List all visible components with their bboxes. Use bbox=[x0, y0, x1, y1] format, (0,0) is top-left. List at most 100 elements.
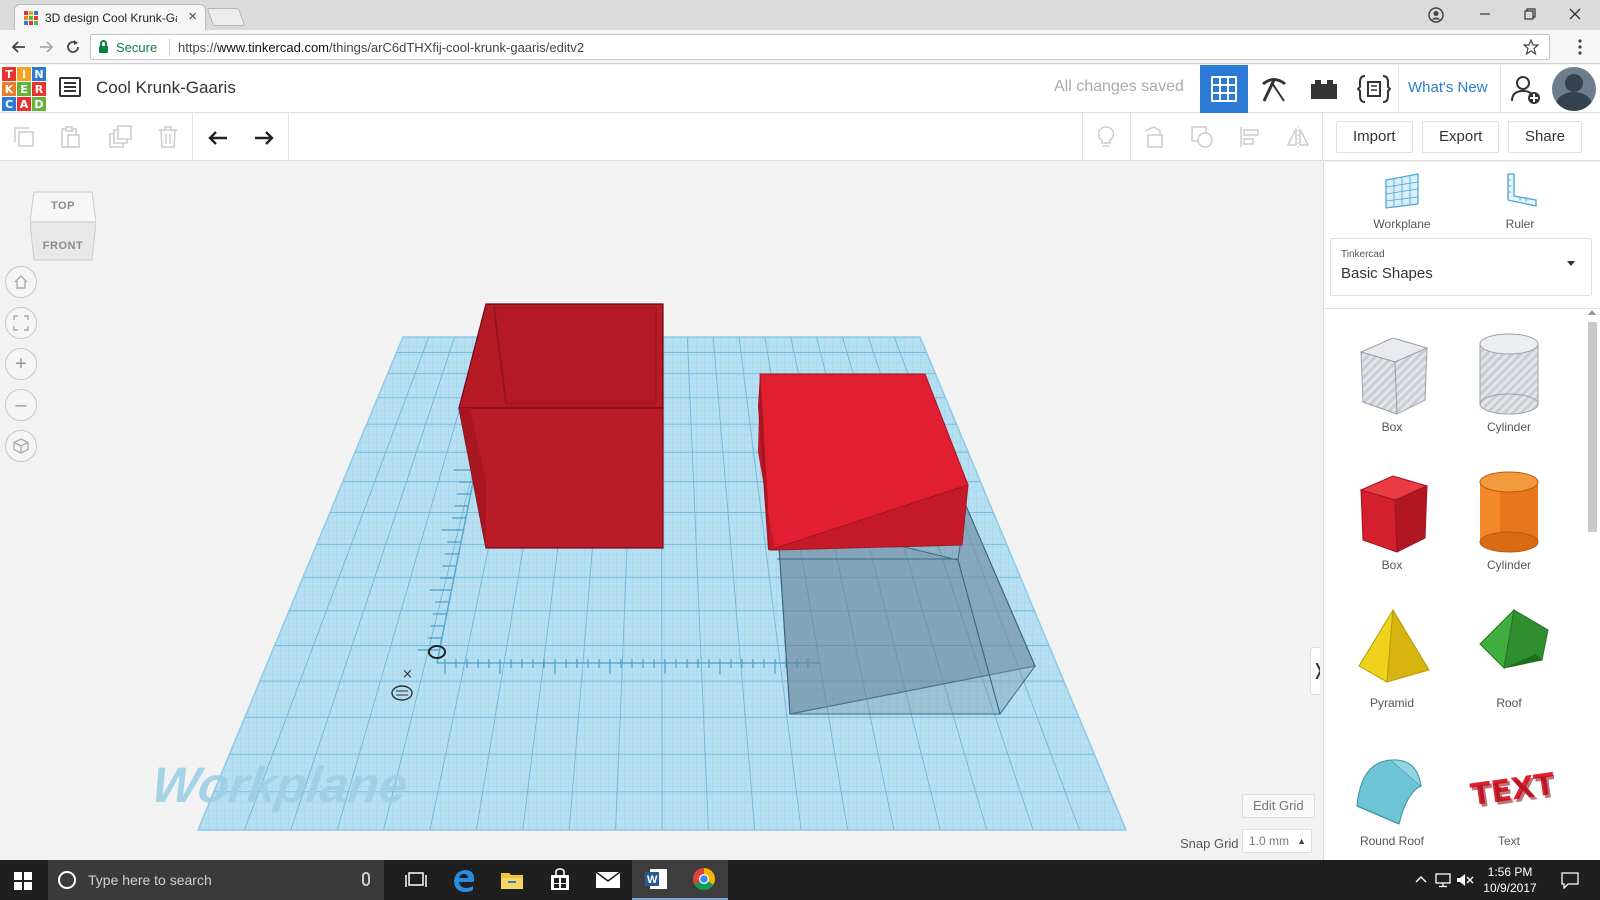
box-red-icon bbox=[1359, 475, 1429, 553]
workplane-scene[interactable]: Workplane × bbox=[0, 162, 1320, 860]
omnibox[interactable]: Secure https://www.tinkercad.com/things/… bbox=[90, 34, 1550, 60]
save-status: All changes saved bbox=[1054, 78, 1184, 95]
duplicate-icon[interactable] bbox=[108, 125, 132, 149]
minimize-icon[interactable] bbox=[1478, 7, 1492, 21]
bricks-view-button[interactable] bbox=[1250, 65, 1298, 113]
design-title[interactable]: Cool Krunk-Gaaris bbox=[96, 78, 236, 98]
codeblocks-view-button[interactable] bbox=[1350, 65, 1398, 113]
shape-label: Roof bbox=[1496, 696, 1522, 710]
logo-letter: D bbox=[32, 97, 46, 111]
new-tab-button[interactable] bbox=[206, 8, 246, 26]
word-app[interactable]: W bbox=[632, 860, 680, 900]
edit-grid-button[interactable]: Edit Grid bbox=[1242, 794, 1315, 818]
shapes-panel: Workplane Ruler Tinkercad Basic Shapes B… bbox=[1323, 162, 1600, 860]
network-icon[interactable] bbox=[1434, 872, 1452, 888]
forward-icon[interactable] bbox=[37, 38, 55, 56]
edge-app[interactable] bbox=[440, 860, 488, 900]
chrome-app[interactable] bbox=[680, 860, 728, 900]
shape-label: Box bbox=[1381, 558, 1403, 572]
export-button[interactable]: Export bbox=[1422, 121, 1500, 153]
panel-scrollbar[interactable] bbox=[1588, 322, 1597, 532]
add-user-button[interactable] bbox=[1502, 65, 1550, 113]
redo-icon[interactable] bbox=[252, 125, 276, 149]
back-icon[interactable] bbox=[10, 38, 28, 56]
reload-icon[interactable] bbox=[64, 38, 82, 56]
shape-tile-round-roof[interactable]: Round Roof bbox=[1337, 742, 1447, 860]
clock-time: 1:56 PM bbox=[1487, 865, 1533, 879]
logo-letter: R bbox=[32, 82, 46, 96]
microphone-icon[interactable] bbox=[362, 872, 370, 886]
close-window-icon[interactable] bbox=[1568, 7, 1582, 21]
undo-icon[interactable] bbox=[206, 125, 230, 149]
codeblocks-icon bbox=[1357, 75, 1391, 103]
ruler-tool[interactable]: Ruler bbox=[1470, 170, 1570, 231]
shape-label: Cylinder bbox=[1486, 558, 1531, 572]
mail-app[interactable] bbox=[584, 860, 632, 900]
delete-icon[interactable] bbox=[156, 125, 180, 149]
ortho-view-button[interactable] bbox=[5, 430, 37, 462]
taskbar-search[interactable]: Type here to search bbox=[48, 860, 384, 900]
share-button[interactable]: Share bbox=[1508, 121, 1583, 153]
shape-tile-roof[interactable]: Roof bbox=[1454, 604, 1564, 734]
windows-start-icon[interactable] bbox=[14, 872, 32, 890]
logo-letter: C bbox=[2, 97, 16, 111]
3d-design-view-button[interactable] bbox=[1200, 65, 1248, 113]
copy-icon[interactable] bbox=[12, 125, 36, 149]
paste-icon[interactable] bbox=[58, 125, 82, 149]
shape-tile-box-red[interactable]: Box bbox=[1337, 466, 1447, 596]
blocks-view-button[interactable] bbox=[1300, 65, 1348, 113]
browser-tab[interactable]: 3D design Cool Krunk-Gaaris × bbox=[14, 4, 206, 30]
system-clock[interactable]: 1:56 PM 10/9/2017 bbox=[1470, 864, 1550, 896]
notification-icon[interactable] bbox=[1560, 871, 1580, 889]
ungroup-icon[interactable] bbox=[1190, 125, 1214, 149]
roof-icon bbox=[1479, 608, 1549, 670]
shape-label: Pyramid bbox=[1369, 696, 1414, 710]
restore-icon[interactable] bbox=[1523, 7, 1537, 21]
bookmark-star-icon[interactable] bbox=[1523, 39, 1539, 55]
view-cube-top-label[interactable]: TOP bbox=[30, 200, 96, 212]
mirror-icon[interactable] bbox=[1286, 125, 1310, 149]
whats-new-link[interactable]: What's New bbox=[1408, 79, 1488, 96]
shape-tile-pyramid[interactable]: Pyramid bbox=[1337, 604, 1447, 734]
tab-close-icon[interactable]: × bbox=[188, 8, 197, 25]
view-cube[interactable]: TOP FRONT bbox=[30, 188, 96, 262]
home-view-button[interactable] bbox=[5, 266, 37, 298]
avatar[interactable] bbox=[1552, 67, 1596, 111]
red-box-left[interactable] bbox=[458, 303, 664, 549]
panel-collapse-toggle[interactable]: ❭ bbox=[1310, 647, 1320, 695]
design-list-icon[interactable] bbox=[59, 77, 81, 97]
zoom-out-button[interactable]: – bbox=[5, 389, 37, 421]
align-icon[interactable] bbox=[1238, 125, 1262, 149]
browser-menu-icon[interactable] bbox=[1576, 38, 1584, 56]
workplane-watermark: Workplane bbox=[149, 757, 411, 813]
chevron-up-icon[interactable] bbox=[1414, 874, 1428, 884]
lightbulb-icon[interactable] bbox=[1094, 125, 1118, 149]
view-cube-front-label[interactable]: FRONT bbox=[30, 240, 96, 252]
shape-tile-cylinder-orange[interactable]: Cylinder bbox=[1454, 466, 1564, 596]
shape-tile-cylinder-hole[interactable]: Cylinder bbox=[1454, 328, 1564, 458]
zoom-in-button[interactable]: + bbox=[5, 348, 37, 380]
pickaxe-icon bbox=[1262, 78, 1286, 102]
perspective-cube-icon bbox=[13, 438, 29, 454]
group-icon[interactable] bbox=[1142, 125, 1166, 149]
task-view-button[interactable] bbox=[392, 860, 440, 900]
file-explorer-app[interactable] bbox=[488, 860, 536, 900]
import-button[interactable]: Import bbox=[1336, 121, 1413, 153]
account-icon[interactable] bbox=[1428, 7, 1444, 23]
shape-tile-box-hole[interactable]: Box bbox=[1337, 328, 1447, 458]
snap-grid-select[interactable]: 1.0 mm ▲ bbox=[1242, 829, 1312, 853]
origin-x-mark: × bbox=[402, 667, 413, 682]
workplane-tool[interactable]: Workplane bbox=[1352, 170, 1452, 231]
shape-tile-text-shape[interactable]: TEXT TEXT Text bbox=[1454, 742, 1564, 860]
shape-library-select[interactable]: Tinkercad Basic Shapes bbox=[1330, 238, 1592, 296]
scroll-up-arrow[interactable] bbox=[1588, 310, 1596, 315]
logo-letter: I bbox=[17, 67, 31, 81]
workplane-tool-label: Workplane bbox=[1373, 217, 1431, 231]
store-app[interactable] bbox=[536, 860, 584, 900]
add-user-icon bbox=[1511, 76, 1540, 104]
3d-viewport[interactable]: Workplane × TOP FRONT + – Edit Grid Snap… bbox=[0, 162, 1320, 860]
fit-view-button[interactable] bbox=[5, 307, 37, 339]
pyramid-icon bbox=[1358, 608, 1430, 683]
logo-letter: K bbox=[2, 82, 16, 96]
tinkercad-logo[interactable]: TIN KER CAD bbox=[2, 67, 46, 111]
